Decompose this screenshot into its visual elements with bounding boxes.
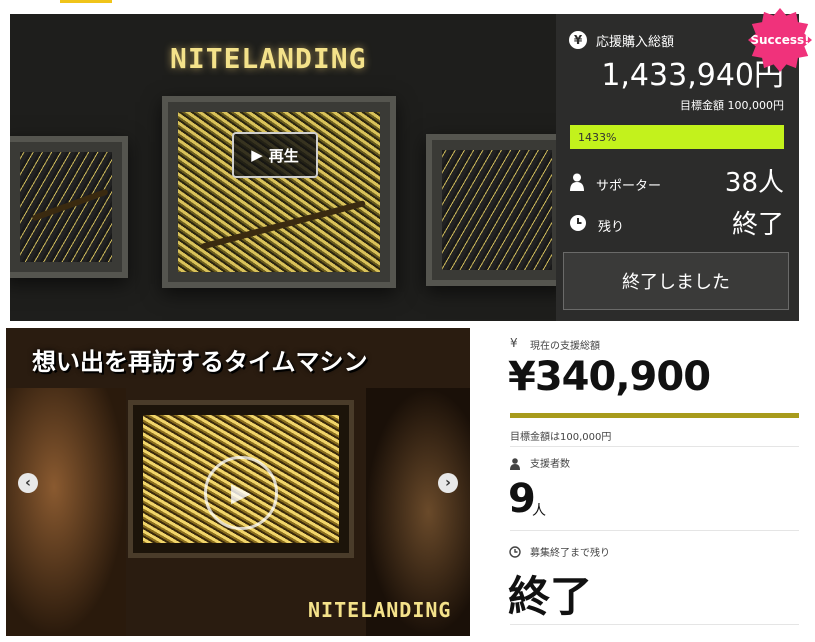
- frame-center: [162, 96, 396, 288]
- supporters-value: 38人: [724, 168, 784, 198]
- supporters-unit: 人: [532, 503, 546, 519]
- progress-bar: 1433%: [570, 125, 784, 149]
- ended-button[interactable]: 終了しました: [563, 252, 789, 310]
- frame-left: [10, 136, 128, 278]
- remaining-bottom-label: 募集終了まで残り: [530, 548, 610, 559]
- divider: [510, 446, 799, 447]
- goal-amount: 目標金額 100,000円: [680, 99, 784, 112]
- frame-right: [426, 134, 556, 286]
- remaining-value: 終了: [731, 210, 784, 240]
- goal-bottom: 目標金額は100,000円: [510, 432, 612, 443]
- bottom-video-player[interactable]: ▶ 想い出を再訪するタイムマシン ‹ › NITELANDING: [6, 328, 470, 636]
- chevron-left-icon[interactable]: ‹: [18, 473, 38, 493]
- play-circle-icon[interactable]: ▶: [204, 456, 278, 530]
- play-button[interactable]: ▶ 再生: [232, 132, 318, 178]
- progress-bar-bottom: [510, 413, 799, 418]
- yen-small-icon: ¥: [510, 336, 518, 350]
- total-label: 応援購入総額: [596, 35, 675, 50]
- play-button-label: 再生: [268, 146, 299, 165]
- divider: [510, 530, 799, 531]
- person-left: [6, 388, 126, 636]
- person-icon: [570, 173, 584, 191]
- clock-small-icon: [509, 543, 521, 558]
- play-icon: ▶: [251, 146, 263, 164]
- yen-icon: ¥: [569, 31, 587, 49]
- chevron-right-icon[interactable]: ›: [438, 473, 458, 493]
- remaining-label: 残り: [598, 220, 625, 235]
- brand-logo: NITELANDING: [170, 42, 367, 75]
- person-small-icon: [510, 455, 520, 470]
- bottom-brand-logo: NITELANDING: [308, 598, 452, 622]
- top-accent-bar: [60, 0, 112, 3]
- current-total: ¥340,900: [508, 354, 711, 400]
- current-total-label: 現在の支援総額: [530, 341, 600, 352]
- video-title: 想い出を再訪するタイムマシン: [32, 347, 368, 376]
- total-amount: 1,433,940円: [601, 58, 784, 93]
- divider: [510, 624, 799, 625]
- clock-icon: [569, 214, 587, 232]
- supporters-count-label: 支援者数: [530, 459, 570, 470]
- remaining-bottom-value: 終了: [508, 572, 593, 621]
- progress-fill: 1433%: [570, 125, 784, 149]
